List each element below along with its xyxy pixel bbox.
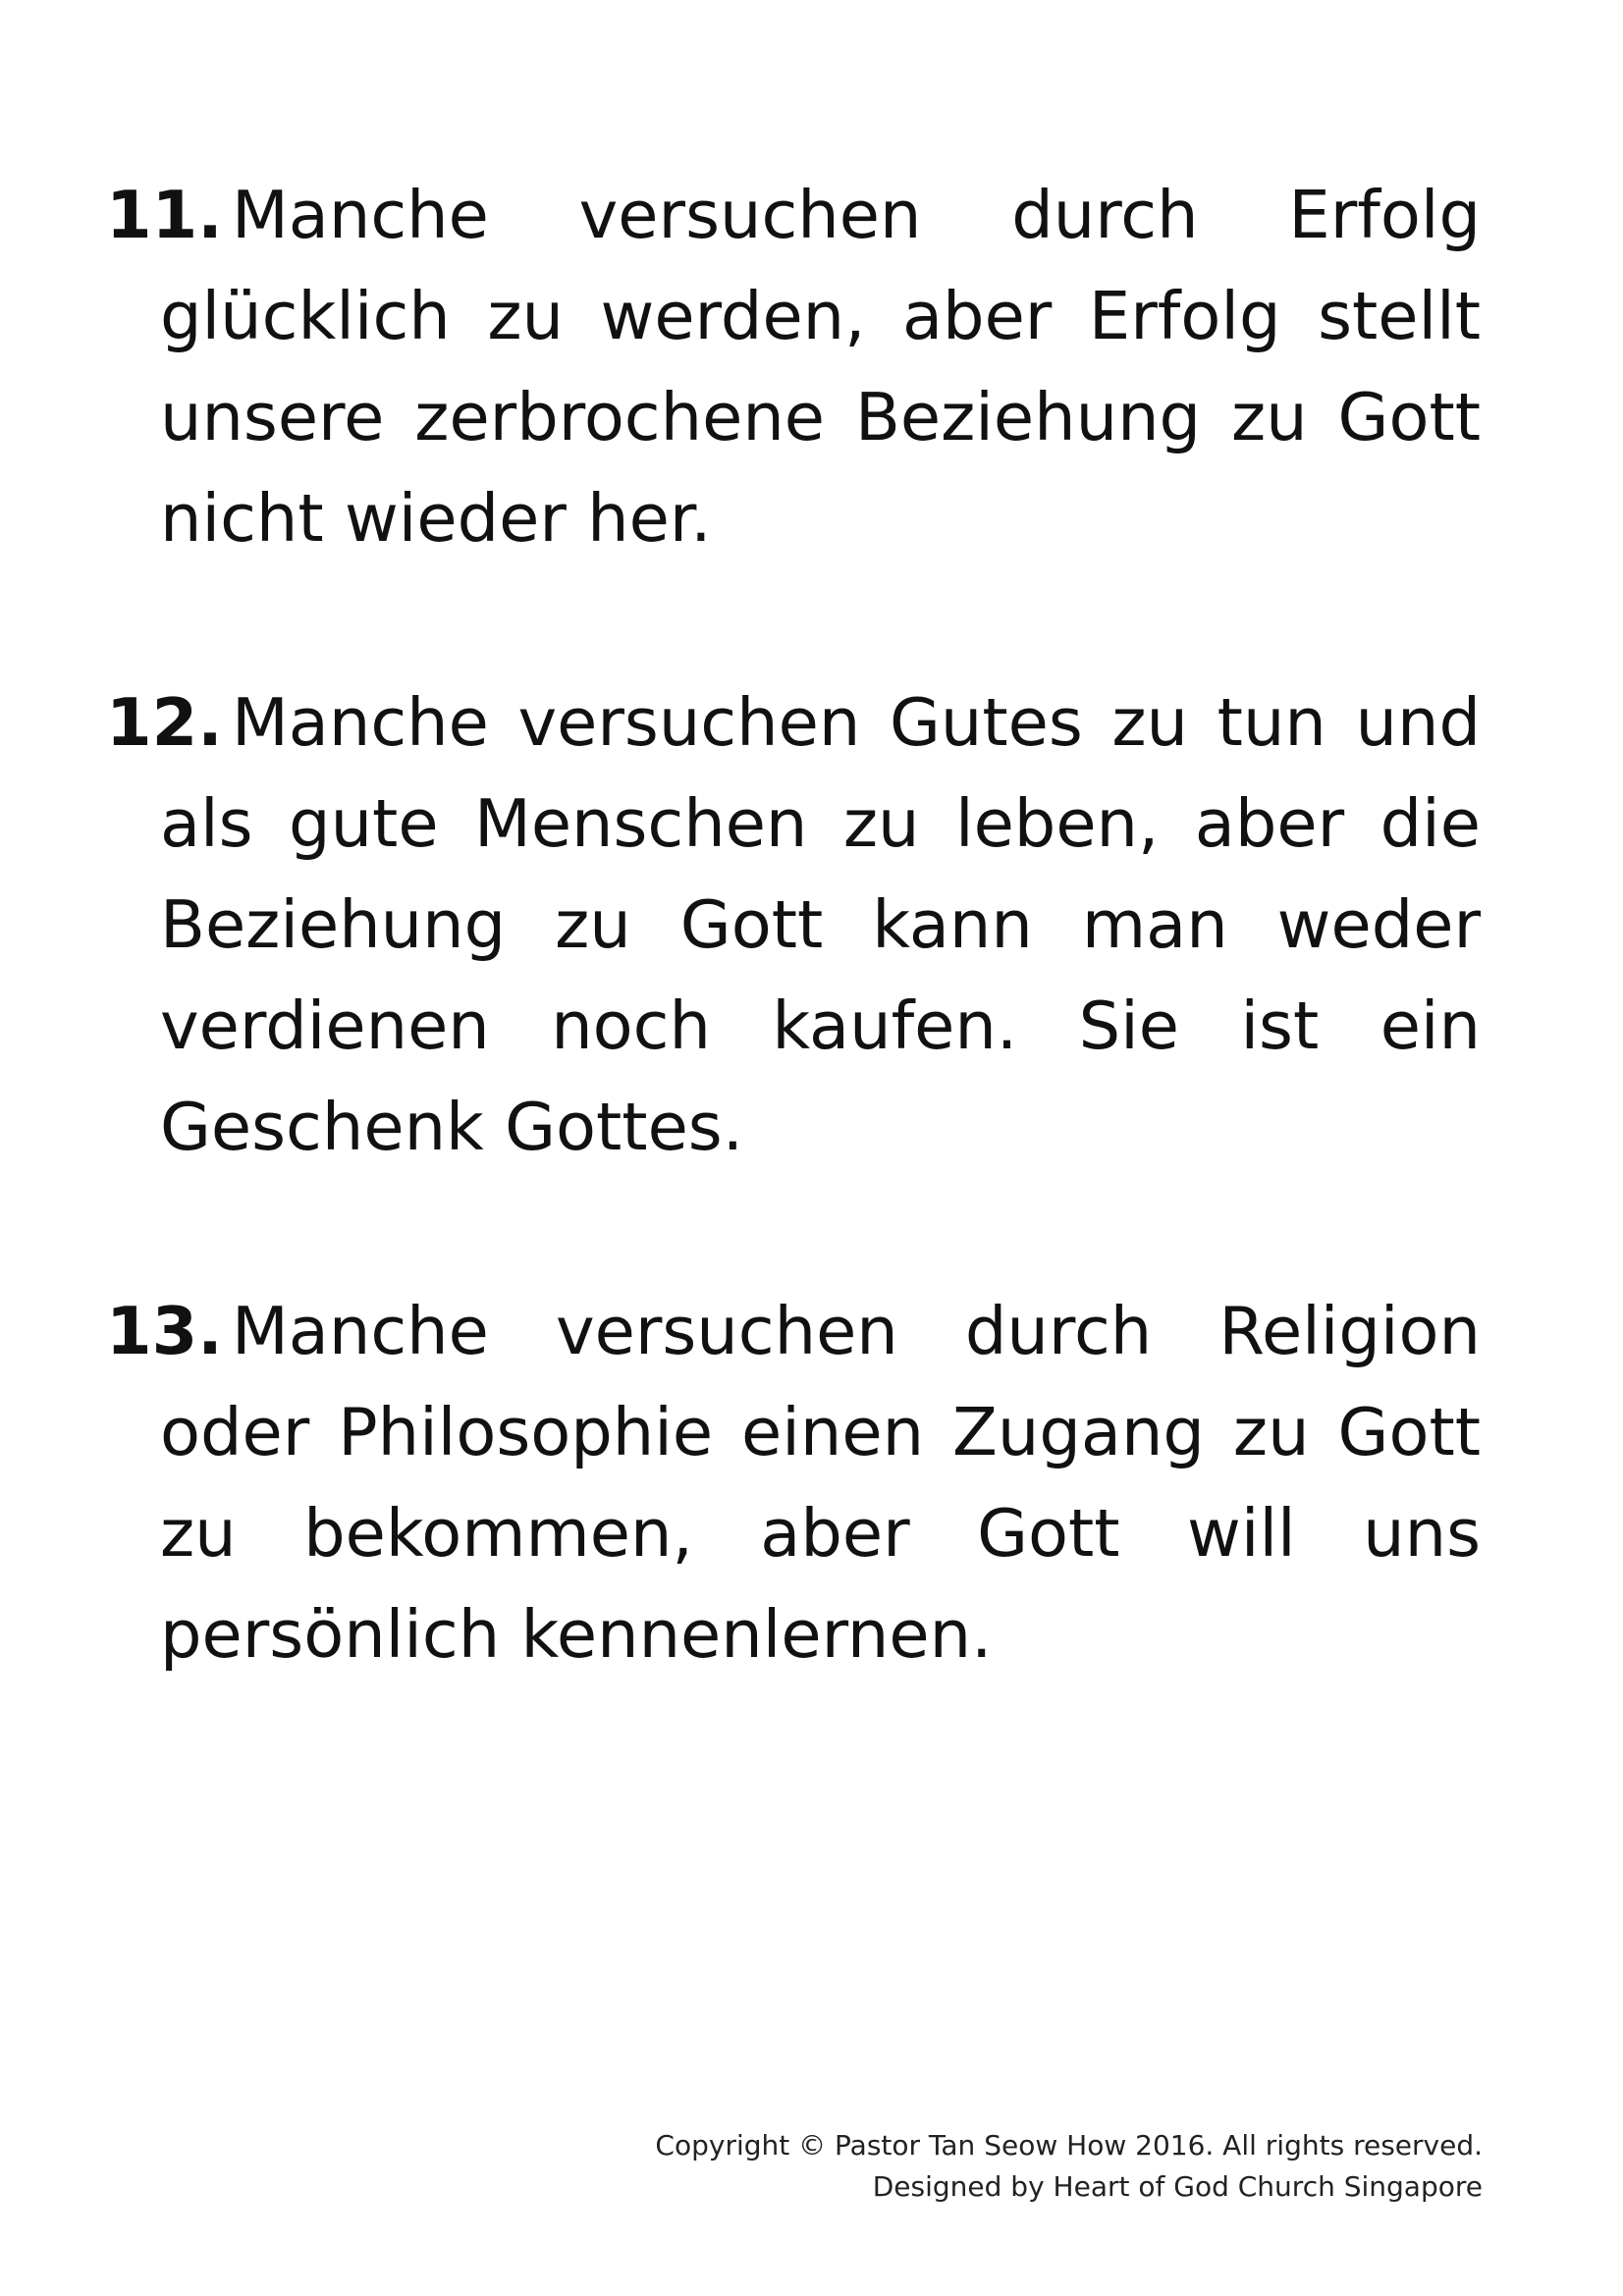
item-text: Manche versuchen Gutes zu tun und als gu… bbox=[160, 684, 1481, 1165]
list-item-12: 12. Manche versuchen Gutes zu tun und als… bbox=[106, 672, 1481, 1178]
item-text: Manche versuchen durch Religion oder Phi… bbox=[160, 1293, 1481, 1673]
item-number: 11. bbox=[106, 177, 223, 253]
designer-credit: Designed by Heart of God Church Singapor… bbox=[872, 2170, 1483, 2203]
item-text: Manche versuchen durch Erfolg glücklich … bbox=[160, 177, 1481, 557]
item-number: 13. bbox=[106, 1293, 223, 1369]
list-item-11: 11. Manche versuchen durch Erfolg glückli… bbox=[106, 165, 1481, 569]
numbered-list: 11. Manche versuchen durch Erfolg glückli… bbox=[106, 165, 1481, 1685]
list-item-13: 13. Manche versuchen durch Religion oder … bbox=[106, 1281, 1481, 1685]
document-page: 11. Manche versuchen durch Erfolg glückli… bbox=[0, 0, 1623, 2296]
item-number: 12. bbox=[106, 684, 223, 761]
footer: Copyright © Pastor Tan Seow How 2016. Al… bbox=[655, 2125, 1483, 2208]
copyright-line: Copyright © Pastor Tan Seow How 2016. Al… bbox=[655, 2129, 1483, 2162]
